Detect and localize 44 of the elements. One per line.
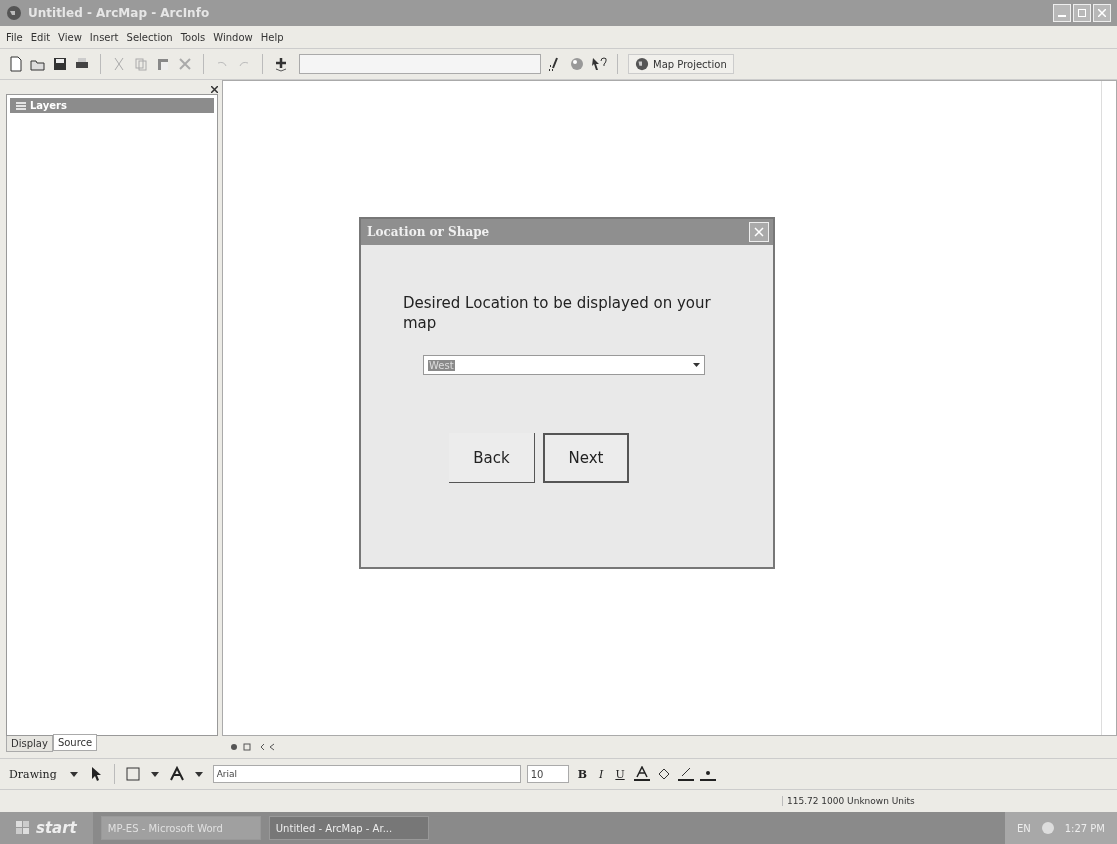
back-button[interactable]: Back (449, 433, 535, 483)
menu-item[interactable]: File (6, 31, 23, 43)
menu-item[interactable]: Help (260, 31, 284, 43)
close-icon (754, 226, 764, 237)
prompt-text: Desired Location to be displayed on your map (403, 293, 712, 333)
taskbar-button[interactable]: Untitled - ArcMap - Ar... (268, 816, 429, 840)
paste-icon[interactable] (155, 56, 171, 72)
font-color-icon[interactable] (633, 766, 650, 782)
drawing-menu-button[interactable]: Drawing (6, 767, 60, 781)
panel-tab[interactable]: Display (6, 736, 53, 752)
help-pointer-icon[interactable] (591, 56, 607, 72)
windows-logo-icon (16, 821, 30, 835)
underline-button[interactable]: U (612, 767, 628, 781)
close-icon (1098, 9, 1106, 17)
italic-button[interactable]: I (596, 767, 607, 781)
add-data-icon[interactable] (273, 56, 289, 72)
menu-item[interactable]: Edit (30, 31, 51, 43)
menu-item[interactable]: Window (213, 31, 253, 43)
font-size-field[interactable]: 10 (526, 765, 569, 783)
next-button[interactable]: Next (543, 433, 629, 483)
text-tool-icon[interactable] (168, 766, 185, 782)
map-projection-button[interactable]: Map Projection (628, 54, 734, 74)
font-name-field[interactable]: Arial (212, 765, 521, 783)
layers-icon (16, 100, 26, 111)
panel-tab[interactable]: Source (52, 734, 98, 751)
line-color-icon[interactable] (677, 766, 694, 782)
menu-item[interactable]: Selection (126, 31, 173, 43)
globe-icon (635, 57, 649, 71)
globe-icon (6, 5, 22, 21)
dialog-title: Location or Shape (367, 225, 491, 239)
rectangle-icon[interactable] (124, 766, 141, 782)
maximize-icon (1078, 9, 1086, 17)
menu-item[interactable]: View (58, 31, 82, 43)
clock: 1:27 PM (1064, 822, 1105, 834)
window-title: Untitled - ArcMap - ArcInfo (28, 6, 210, 20)
scale-field[interactable] (299, 54, 541, 74)
dropdown-arrow-icon[interactable] (693, 363, 700, 367)
bold-button[interactable]: B (574, 767, 590, 781)
status-text: 115.72 1000 Unknown Units (782, 796, 937, 806)
menu-item[interactable]: Insert (89, 31, 119, 43)
save-icon[interactable] (52, 56, 68, 72)
menu-item[interactable]: Tools (180, 31, 206, 43)
new-file-icon[interactable] (8, 56, 24, 72)
close-icon[interactable] (211, 85, 218, 93)
